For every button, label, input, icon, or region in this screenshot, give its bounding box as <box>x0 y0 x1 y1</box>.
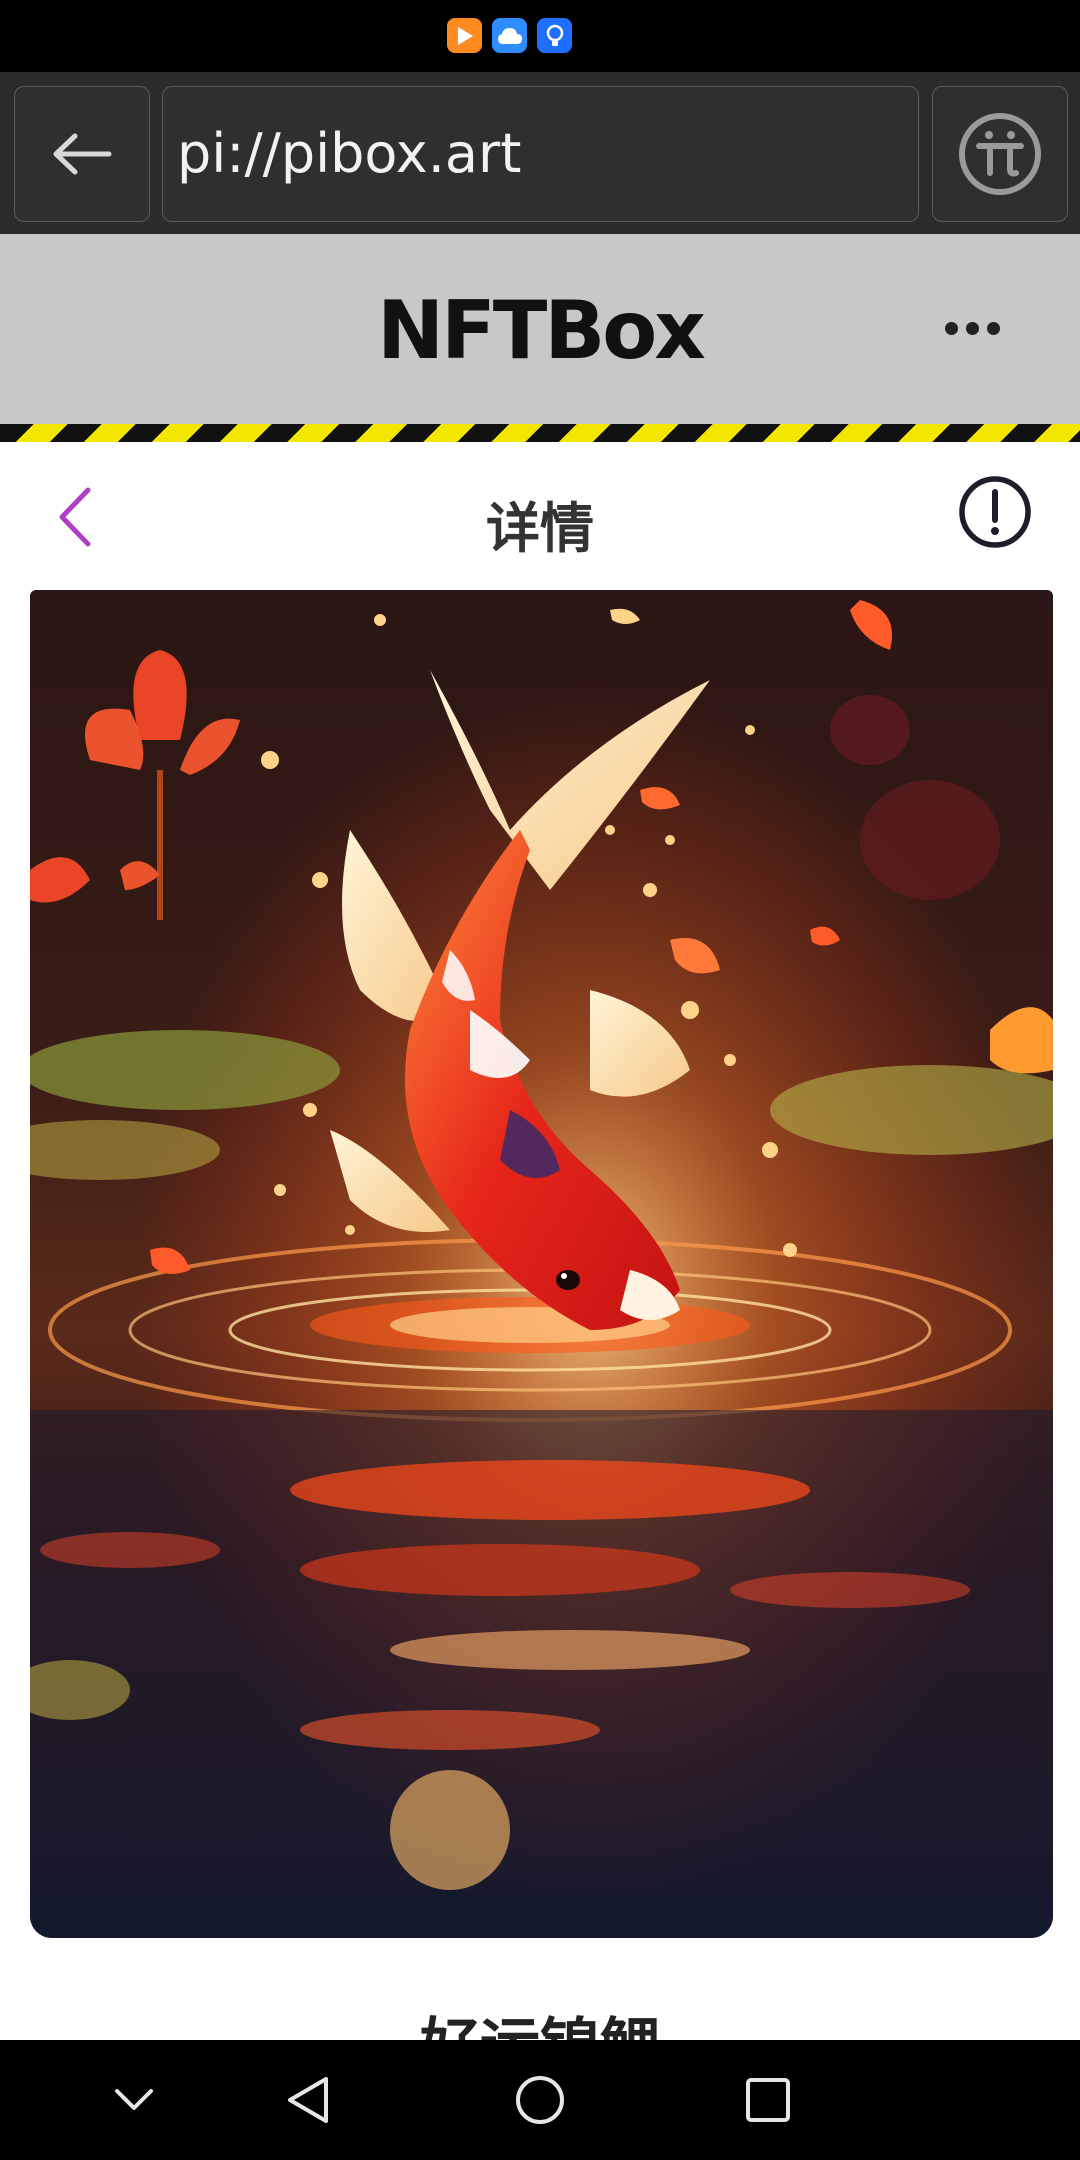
system-back-button[interactable] <box>270 2062 346 2138</box>
arrow-left-icon <box>53 133 112 175</box>
exclamation-circle-icon <box>959 476 1031 548</box>
page-title: 详情 <box>486 497 594 560</box>
cloud-app-icon <box>492 18 527 53</box>
app-header: NFTBox <box>0 234 1080 424</box>
chevron-down-icon <box>115 2089 153 2110</box>
more-dots-icon[interactable] <box>940 308 1004 348</box>
system-recents-button[interactable] <box>730 2062 806 2138</box>
system-navigation-bar <box>0 2040 1080 2160</box>
triangle-back-icon <box>288 2077 328 2123</box>
detail-nav-bar: 详情 <box>0 442 1080 592</box>
tips-app-icon <box>537 18 572 53</box>
circle-home-icon <box>516 2076 564 2124</box>
url-text: pi://pibox.art <box>177 122 522 185</box>
report-button[interactable] <box>955 472 1035 552</box>
square-recents-icon <box>746 2078 790 2122</box>
browser-toolbar: pi://pibox.art <box>0 72 1080 234</box>
video-app-icon <box>447 18 482 53</box>
status-bar <box>0 0 1080 72</box>
browser-back-button[interactable] <box>14 86 150 222</box>
hazard-stripe-divider <box>0 424 1080 442</box>
url-field[interactable]: pi://pibox.art <box>162 86 919 222</box>
app-title: NFTBox <box>377 284 706 377</box>
system-home-button[interactable] <box>502 2062 578 2138</box>
pi-browser-button[interactable] <box>932 86 1068 222</box>
nft-artwork-image[interactable] <box>30 590 1053 1938</box>
hide-keyboard-button[interactable] <box>96 2062 172 2138</box>
pi-logo-icon <box>959 113 1041 195</box>
status-icons <box>447 18 572 53</box>
